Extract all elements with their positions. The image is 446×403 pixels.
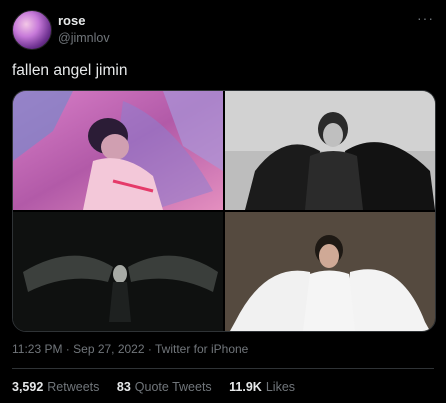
likes-stat[interactable]: 11.9K Likes xyxy=(229,380,295,394)
tweet-stats: 3,592 Retweets 83 Quote Tweets 11.9K Likes xyxy=(12,380,309,394)
media-grid xyxy=(12,90,436,332)
tweet-header: rose @jimnlov ··· xyxy=(12,10,434,50)
retweets-stat[interactable]: 3,592 Retweets xyxy=(12,380,103,394)
photo-4[interactable] xyxy=(225,212,435,331)
avatar[interactable] xyxy=(12,10,52,50)
display-name[interactable]: rose xyxy=(58,13,85,28)
retweets-label: Retweets xyxy=(47,380,100,394)
tweet-timestamp[interactable]: 11:23 PM · Sep 27, 2022 · Twitter for iP… xyxy=(12,342,248,356)
user-handle[interactable]: @jimnlov xyxy=(58,31,110,45)
retweets-count: 3,592 xyxy=(12,380,44,394)
quote-tweets-count: 83 xyxy=(116,380,131,394)
photo-1[interactable] xyxy=(13,91,223,210)
likes-count: 11.9K xyxy=(229,380,262,394)
photo-3[interactable] xyxy=(13,212,223,331)
quote-tweets-stat[interactable]: 83 Quote Tweets xyxy=(117,380,215,394)
more-options-icon[interactable]: ··· xyxy=(417,10,434,26)
likes-label: Likes xyxy=(265,380,296,394)
photo-2[interactable] xyxy=(225,91,435,210)
divider xyxy=(12,368,434,369)
quote-tweets-label: Quote Tweets xyxy=(134,380,212,394)
tweet-text: fallen angel jimin xyxy=(12,62,128,79)
